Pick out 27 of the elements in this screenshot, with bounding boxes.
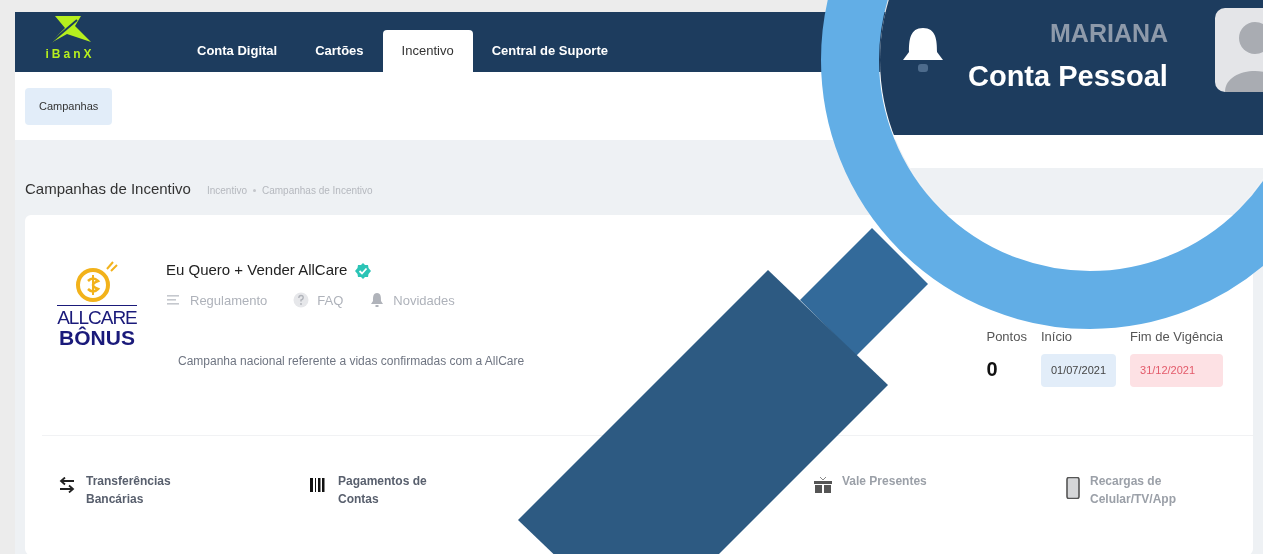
account-type: Conta Pessoal xyxy=(968,59,1168,94)
campaign-description: Campanha nacional referente a vidas confirmadas com a AllCare xyxy=(178,353,525,370)
nav-tab[interactable]: Cartões xyxy=(296,30,383,72)
user-name: MARIANA xyxy=(1050,18,1169,49)
stat-label: Pontos xyxy=(986,327,1027,346)
page-title: Campanhas de Incentivo xyxy=(25,179,191,199)
nav-tab[interactable]: Incentivo xyxy=(382,30,473,72)
logo-text: BÔNUS xyxy=(59,326,135,349)
start-date: 01/07/2021 xyxy=(1040,354,1116,387)
subnav-tab[interactable]: Campanhas xyxy=(25,88,113,125)
logo-text: iBanX xyxy=(45,48,95,60)
stat-label: Fim de Vigência xyxy=(1130,327,1223,346)
points-value: 0 xyxy=(986,357,999,382)
bell-icon xyxy=(369,292,386,309)
gift-icon xyxy=(814,476,832,493)
barcode-icon xyxy=(310,476,328,493)
nav-tab[interactable]: Conta Digital xyxy=(178,30,297,72)
campaign-title: Eu Quero + Vender AllCare xyxy=(166,260,348,281)
arrows-icon xyxy=(58,476,76,493)
service-link[interactable]: Pagamentos de Contas xyxy=(338,471,448,508)
stat-label: Início xyxy=(1040,327,1074,346)
logo-text: ALLCARE xyxy=(57,304,137,327)
service-link[interactable]: Transferências Bancárias xyxy=(86,471,196,508)
question-icon xyxy=(293,292,310,309)
nav-tab[interactable]: Central de Suporte xyxy=(472,30,627,72)
end-date: 31/12/2021 xyxy=(1130,354,1223,387)
phone-icon xyxy=(1066,476,1080,499)
